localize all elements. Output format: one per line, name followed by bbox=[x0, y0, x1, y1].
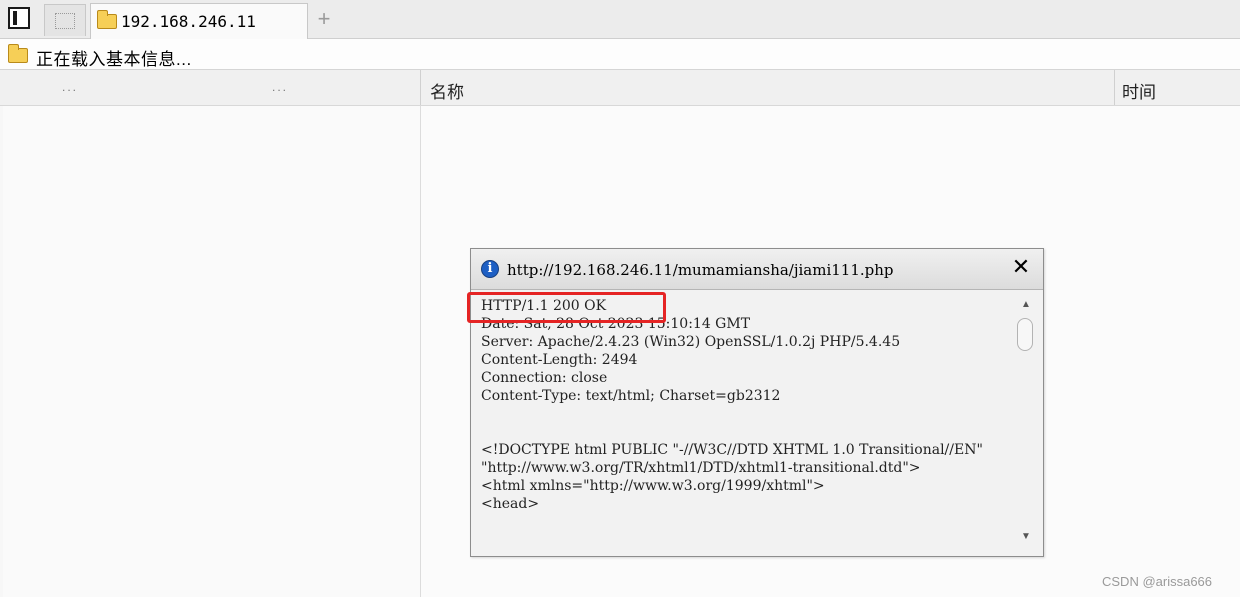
column-dots-2[interactable]: ... bbox=[272, 80, 288, 94]
column-dots-1[interactable]: ... bbox=[62, 80, 78, 94]
popup-title-bar: i http://192.168.246.11/mumamiansha/jiam… bbox=[471, 249, 1043, 290]
tab-active-label: 192.168.246.11 bbox=[121, 12, 256, 31]
column-name-header[interactable]: 名称 bbox=[430, 78, 464, 103]
tab-blank[interactable] bbox=[44, 4, 86, 36]
tab-active[interactable]: 192.168.246.11 bbox=[90, 3, 308, 39]
column-header: ... ... 名称 时间 bbox=[0, 70, 1240, 106]
blank-tab-icon bbox=[55, 13, 75, 29]
column-divider[interactable] bbox=[1114, 70, 1115, 105]
status-bar: 正在载入基本信息... bbox=[0, 39, 1240, 70]
directory-tree-pane[interactable] bbox=[3, 106, 421, 597]
scrollbar-thumb[interactable] bbox=[1017, 318, 1033, 351]
watermark: CSDN @arissa666 bbox=[1102, 574, 1213, 589]
folder-icon bbox=[97, 10, 117, 29]
scroll-down-arrow[interactable]: ▼ bbox=[1021, 531, 1031, 542]
column-time-header[interactable]: 时间 bbox=[1122, 78, 1156, 103]
tab-bar: 192.168.246.11 + bbox=[0, 0, 1240, 39]
status-line-highlight bbox=[467, 292, 666, 323]
response-text: HTTP/1.1 200 OK Date: Sat, 28 Oct 2023 1… bbox=[481, 298, 983, 512]
toggle-panel-button[interactable] bbox=[8, 7, 30, 29]
close-icon[interactable]: ✕ bbox=[1009, 255, 1033, 279]
column-divider[interactable] bbox=[420, 70, 421, 105]
info-icon: i bbox=[481, 260, 499, 278]
new-tab-button[interactable]: + bbox=[316, 6, 332, 32]
popup-url: http://192.168.246.11/mumamiansha/jiami1… bbox=[507, 261, 894, 279]
status-loading-text: 正在载入基本信息... bbox=[36, 50, 192, 69]
folder-icon bbox=[8, 44, 28, 63]
scroll-up-arrow[interactable]: ▲ bbox=[1021, 299, 1031, 310]
